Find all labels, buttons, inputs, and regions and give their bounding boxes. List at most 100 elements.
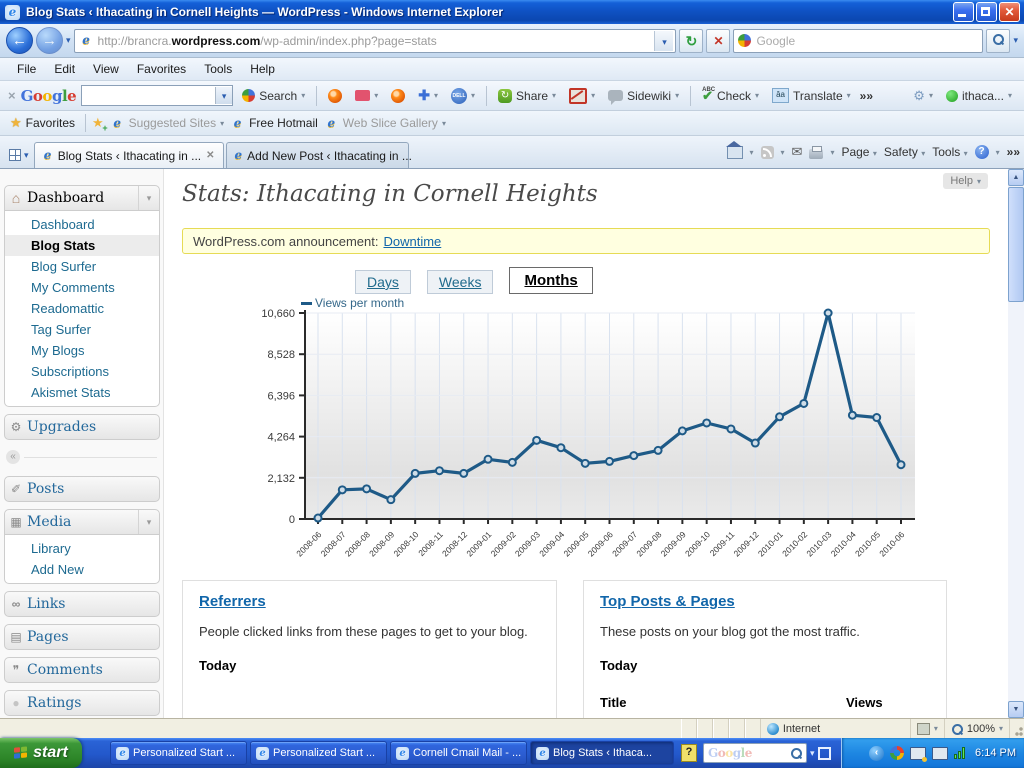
- address-dropdown-button[interactable]: [654, 31, 673, 51]
- data-point[interactable]: [679, 427, 686, 434]
- sidebar-subitem-library[interactable]: Library: [5, 538, 159, 559]
- menu-help[interactable]: Help: [241, 60, 284, 78]
- printer-icon[interactable]: [809, 149, 823, 159]
- start-button[interactable]: start: [0, 738, 82, 768]
- data-point[interactable]: [315, 515, 322, 522]
- signal-strength-icon[interactable]: [954, 747, 965, 759]
- coupons-button[interactable]: [351, 88, 382, 103]
- sidebar-item-links[interactable]: Links: [4, 591, 160, 617]
- data-point[interactable]: [339, 486, 346, 493]
- back-button[interactable]: [6, 27, 33, 54]
- popup-blocker-button[interactable]: [565, 86, 599, 106]
- rss-feed-icon[interactable]: [761, 146, 774, 159]
- sidebar-subitem-subscriptions[interactable]: Subscriptions: [5, 361, 159, 382]
- sidebar-item-media[interactable]: Media: [4, 509, 160, 535]
- taskbar-task-4[interactable]: Blog Stats ‹ Ithaca...: [530, 741, 674, 765]
- wp-help-button[interactable]: Help: [943, 173, 988, 189]
- data-point[interactable]: [898, 461, 905, 468]
- toolbar-swirl-button-2[interactable]: [387, 87, 409, 105]
- sidebar-item-ratings[interactable]: Ratings: [4, 690, 160, 716]
- display-settings-icon[interactable]: [932, 747, 948, 760]
- menu-view[interactable]: View: [84, 60, 128, 78]
- sidebar-subitem-tag-surfer[interactable]: Tag Surfer: [5, 319, 159, 340]
- data-point[interactable]: [655, 447, 662, 454]
- ie-help-icon[interactable]: [975, 145, 989, 159]
- desktop-search-input[interactable]: Google: [703, 743, 807, 763]
- favorites-button[interactable]: Favorites: [6, 113, 79, 133]
- sidebar-subitem-add-new[interactable]: Add New: [5, 559, 159, 580]
- safety-menu-button[interactable]: Safety: [884, 145, 925, 159]
- refresh-button[interactable]: [679, 29, 703, 53]
- sidebar-subitem-dashboard[interactable]: Dashboard: [5, 214, 159, 235]
- translate-button[interactable]: âaTranslate: [768, 86, 855, 105]
- google-swirl-tray-icon[interactable]: [890, 746, 904, 760]
- search-options-dropdown-icon[interactable]: [1013, 35, 1018, 46]
- desktop-search-dropdown-icon[interactable]: [810, 748, 815, 759]
- toolbar-close-icon[interactable]: [8, 88, 16, 103]
- data-point[interactable]: [727, 425, 734, 432]
- tab-blog-stats[interactable]: Blog Stats ‹ Ithacating in ...: [34, 142, 224, 168]
- maximize-button[interactable]: [976, 2, 997, 22]
- vertical-scrollbar[interactable]: [1008, 169, 1024, 718]
- tab-add-new-post[interactable]: Add New Post ‹ Ithacating in ...: [226, 142, 409, 168]
- sidebar-subitem-akismet-stats[interactable]: Akismet Stats: [5, 382, 159, 403]
- sidebar-item-posts[interactable]: Posts: [4, 476, 160, 502]
- sidebar-subitem-my-comments[interactable]: My Comments: [5, 277, 159, 298]
- account-button[interactable]: ithaca...: [942, 87, 1016, 105]
- autofill-button[interactable]: [414, 85, 442, 106]
- referrers-title-link[interactable]: Referrers: [199, 593, 266, 610]
- data-point[interactable]: [606, 458, 613, 465]
- hide-tray-icons-icon[interactable]: [869, 746, 884, 761]
- data-point[interactable]: [412, 470, 419, 477]
- minimize-button[interactable]: [953, 2, 974, 22]
- tab-weeks[interactable]: Weeks: [427, 270, 494, 294]
- sidebar-item-comments[interactable]: Comments: [4, 657, 160, 683]
- data-point[interactable]: [533, 437, 540, 444]
- scroll-down-icon[interactable]: [1008, 701, 1024, 718]
- top-posts-title-link[interactable]: Top Posts & Pages: [600, 593, 735, 610]
- tab-days[interactable]: Days: [355, 270, 411, 294]
- add-favorite-icon[interactable]: [92, 115, 104, 131]
- favbar-item-suggested-sites[interactable]: Suggested Sites: [110, 116, 224, 131]
- menu-file[interactable]: File: [8, 60, 45, 78]
- stop-button[interactable]: [706, 29, 730, 53]
- sidebar-subitem-readomattic[interactable]: Readomattic: [5, 298, 159, 319]
- close-tab-icon[interactable]: [206, 150, 214, 161]
- zoom-control[interactable]: 100%: [945, 719, 1010, 738]
- url-text[interactable]: http://brancra.wordpress.com/wp-admin/in…: [98, 34, 651, 48]
- dell-button[interactable]: DELL: [447, 86, 479, 106]
- commandbar-more-icon[interactable]: »: [1007, 145, 1020, 159]
- data-point[interactable]: [557, 444, 564, 451]
- quick-tabs-button[interactable]: [4, 144, 34, 166]
- network-activity-icon[interactable]: [910, 747, 926, 760]
- data-point[interactable]: [800, 400, 807, 407]
- spellcheck-button[interactable]: ABCCheck: [698, 87, 763, 105]
- favbar-item-web-slice-gallery[interactable]: Web Slice Gallery: [324, 116, 446, 131]
- taskbar-task-2[interactable]: Personalized Start ...: [250, 741, 387, 765]
- sidebar-item-dashboard[interactable]: Dashboard: [4, 185, 160, 211]
- feed-dropdown-icon[interactable]: [781, 148, 785, 157]
- home-button[interactable]: [727, 142, 743, 162]
- tab-months[interactable]: Months: [509, 267, 592, 294]
- sidebar-item-upgrades[interactable]: Upgrades: [4, 414, 160, 440]
- toolbar-swirl-button[interactable]: [324, 87, 346, 105]
- chevron-down-icon[interactable]: [138, 186, 159, 210]
- page-menu-button[interactable]: Page: [841, 145, 876, 159]
- data-point[interactable]: [485, 456, 492, 463]
- data-point[interactable]: [387, 496, 394, 503]
- data-point[interactable]: [873, 414, 880, 421]
- data-point[interactable]: [460, 470, 467, 477]
- google-search-button[interactable]: Search: [238, 87, 309, 105]
- home-dropdown-icon[interactable]: [750, 148, 754, 157]
- sidewiki-button[interactable]: Sidewiki: [604, 87, 683, 105]
- search-go-button[interactable]: [986, 29, 1010, 53]
- sidebar-subitem-blog-stats[interactable]: Blog Stats: [5, 235, 159, 256]
- print-dropdown-icon[interactable]: [830, 148, 834, 157]
- help-dropdown-icon[interactable]: [996, 148, 1000, 157]
- protected-mode-control[interactable]: [911, 719, 945, 738]
- scroll-up-icon[interactable]: [1008, 169, 1024, 186]
- data-point[interactable]: [582, 460, 589, 467]
- data-point[interactable]: [752, 440, 759, 447]
- taskbar-task-1[interactable]: Personalized Start ...: [110, 741, 247, 765]
- data-point[interactable]: [849, 412, 856, 419]
